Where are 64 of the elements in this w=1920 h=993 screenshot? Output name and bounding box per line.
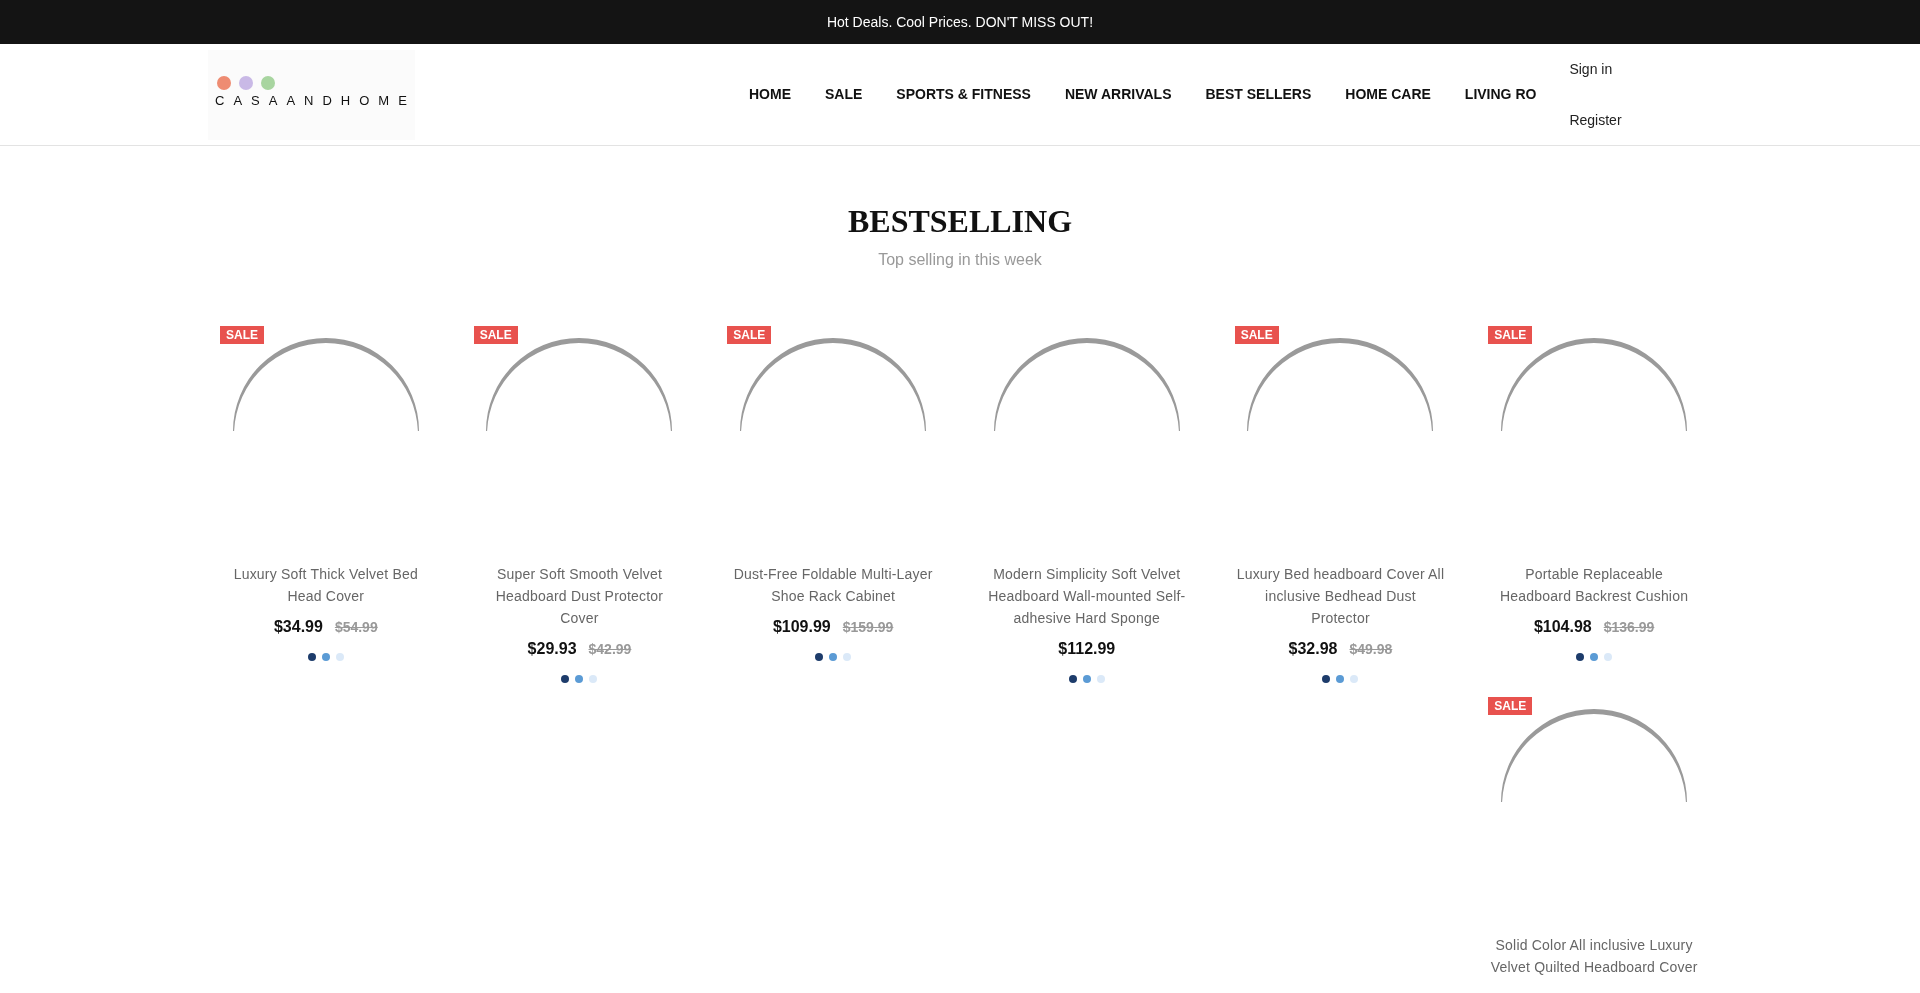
compare-price: $54.99 bbox=[334, 618, 378, 637]
product-price: $29.93 bbox=[527, 639, 577, 659]
swatch-dot-icon[interactable] bbox=[575, 675, 584, 683]
swatch-dot-icon[interactable] bbox=[1604, 653, 1613, 661]
product-price: $104.98 bbox=[1533, 617, 1592, 637]
swatch-dot-icon[interactable] bbox=[561, 675, 570, 683]
sale-badge: SALE bbox=[727, 326, 772, 344]
product-price: $34.99 bbox=[273, 617, 323, 637]
nav-link[interactable]: LIVING RO bbox=[1447, 86, 1554, 103]
swatch-dot-icon[interactable] bbox=[1322, 675, 1331, 683]
spinner-icon bbox=[1501, 337, 1688, 431]
account-link[interactable]: Register bbox=[1569, 111, 1622, 129]
swatch-dot-icon[interactable] bbox=[815, 653, 824, 661]
logo-dots-icon bbox=[217, 75, 275, 90]
compare-price: $136.99 bbox=[1603, 618, 1655, 637]
spinner-icon bbox=[740, 337, 927, 431]
swatch-dot-icon[interactable] bbox=[1068, 675, 1077, 683]
nav-link[interactable]: HOME CARE bbox=[1328, 86, 1448, 103]
swatch-dot-icon[interactable] bbox=[335, 653, 344, 661]
swatch-dot-icon[interactable] bbox=[1590, 653, 1599, 661]
spinner-icon bbox=[1247, 337, 1434, 431]
logo[interactable]: CASAANDHOME bbox=[208, 49, 415, 140]
product-title[interactable]: Portable Replaceable Headboard Backrest Cushion bbox=[1489, 563, 1699, 607]
swatch-dot-icon[interactable] bbox=[1096, 675, 1105, 683]
sale-badge: SALE bbox=[1488, 326, 1533, 344]
section-title: BESTSELLING bbox=[846, 202, 1074, 240]
product-title[interactable]: Modern Simplicity Soft Velvet Headboard Wall-mounted Self-adhesive Hard Sponge bbox=[982, 563, 1192, 629]
announcement-text: Hot Deals. Cool Prices. DON'T MISS OUT! bbox=[826, 13, 1094, 31]
swatch-dot-icon[interactable] bbox=[829, 653, 838, 661]
logo-text: CASAANDHOME bbox=[215, 92, 416, 109]
section-subtitle: Top selling in this week bbox=[877, 250, 1043, 270]
product-title[interactable]: Solid Color All inclusive Luxury Velvet Quilted Headboard Cover bbox=[1489, 934, 1699, 978]
spinner-icon bbox=[993, 337, 1180, 431]
nav-link[interactable]: SALE bbox=[808, 86, 880, 103]
product-title[interactable]: Super Soft Smooth Velvet Headboard Dust Protector Cover bbox=[475, 563, 684, 629]
product-price: $109.99 bbox=[772, 617, 831, 637]
product-price: $32.98 bbox=[1288, 639, 1338, 659]
compare-price: $159.99 bbox=[842, 618, 894, 637]
compare-price: $49.98 bbox=[1349, 640, 1393, 659]
swatch-dot-icon[interactable] bbox=[1082, 675, 1091, 683]
swatch-dot-icon[interactable] bbox=[321, 653, 330, 661]
compare-price: $42.99 bbox=[588, 640, 632, 659]
account-link[interactable]: Sign in bbox=[1569, 60, 1613, 78]
swatch-dot-icon[interactable] bbox=[589, 675, 598, 683]
nav-link[interactable]: SPORTS & FITNESS bbox=[879, 86, 1048, 103]
nav-link[interactable]: BEST SELLERS bbox=[1188, 86, 1329, 103]
sale-badge: SALE bbox=[1488, 697, 1533, 715]
spinner-icon bbox=[486, 337, 673, 431]
spinner-icon bbox=[232, 337, 419, 431]
nav-link[interactable]: HOME bbox=[732, 86, 808, 103]
sale-badge: SALE bbox=[220, 326, 264, 344]
product-title[interactable]: Luxury Soft Thick Velvet Bed Head Cover bbox=[221, 563, 431, 607]
swatch-dot-icon[interactable] bbox=[1350, 675, 1359, 683]
sale-badge: SALE bbox=[1234, 326, 1279, 344]
spinner-icon bbox=[1501, 708, 1688, 802]
swatch-dot-icon[interactable] bbox=[843, 653, 852, 661]
product-title[interactable]: Luxury Bed headboard Cover All inclusive Bedhead Dust Protector bbox=[1235, 563, 1445, 629]
product-title[interactable]: Dust-Free Foldable Multi-Layer Shoe Rack Cabinet bbox=[728, 563, 938, 607]
nav-link[interactable]: NEW ARRIVALS bbox=[1047, 86, 1189, 103]
sale-badge: SALE bbox=[473, 326, 518, 344]
swatch-dot-icon[interactable] bbox=[1576, 653, 1585, 661]
swatch-dot-icon[interactable] bbox=[307, 653, 316, 661]
swatch-dot-icon[interactable] bbox=[1336, 675, 1345, 683]
product-price: $112.99 bbox=[1058, 639, 1116, 659]
